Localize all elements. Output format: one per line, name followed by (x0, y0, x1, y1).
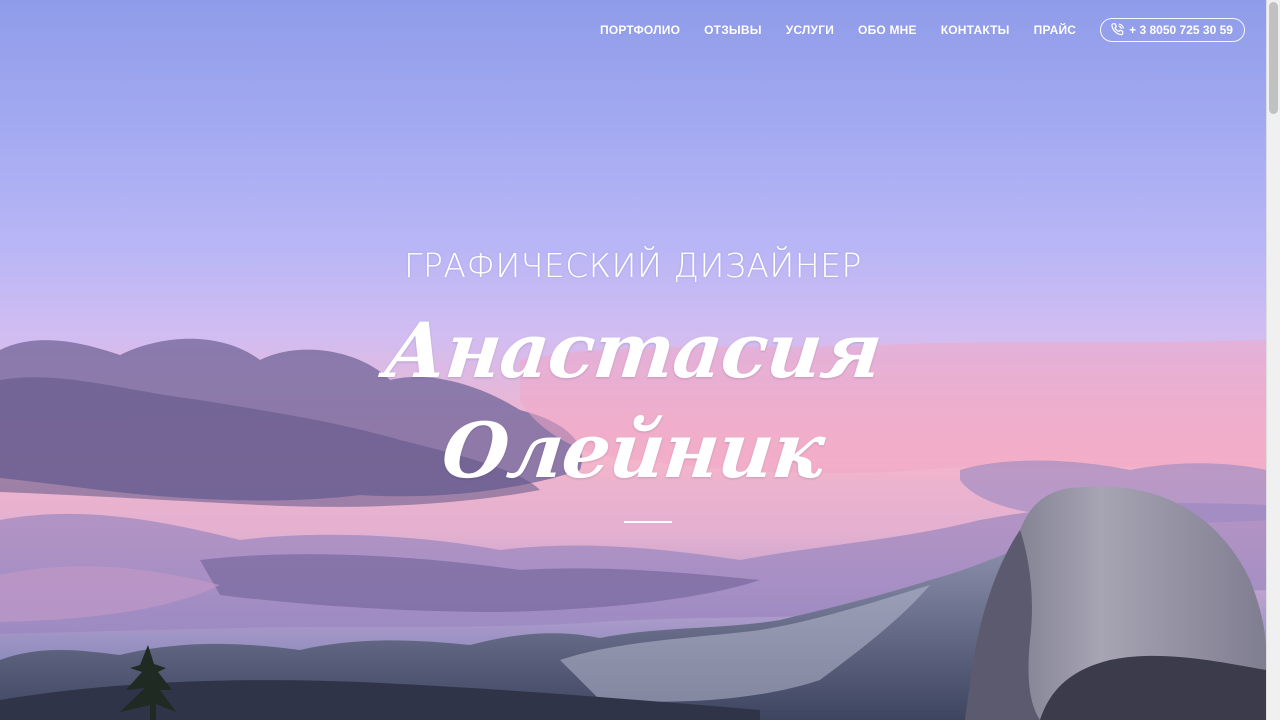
nav-item-services[interactable]: УСЛУГИ (786, 19, 834, 41)
main-nav: ПОРТФОЛИО ОТЗЫВЫ УСЛУГИ ОБО МНЕ КОНТАКТЫ… (600, 18, 1245, 42)
nav-item-price[interactable]: ПРАЙС (1034, 19, 1077, 41)
phone-icon (1110, 22, 1126, 38)
nav-item-about[interactable]: ОБО МНЕ (858, 19, 917, 41)
hero-section: ГРАФИЧЕСКИЙ ДИЗАЙНЕР Анастасия Олейник (0, 0, 1266, 720)
nav-item-portfolio[interactable]: ПОРТФОЛИО (600, 19, 680, 41)
phone-button[interactable]: + 3 8050 725 30 59 (1100, 18, 1245, 42)
hero-divider (624, 521, 672, 523)
hero-name-first: Анастасия (380, 306, 886, 395)
scrollbar-thumb[interactable] (1269, 2, 1278, 114)
hero-name-last: Олейник (438, 406, 828, 495)
hero-subtitle: ГРАФИЧЕСКИЙ ДИЗАЙНЕР (404, 246, 862, 285)
page-scrollbar[interactable] (1266, 0, 1280, 720)
nav-item-reviews[interactable]: ОТЗЫВЫ (704, 19, 762, 41)
nav-item-contacts[interactable]: КОНТАКТЫ (941, 19, 1010, 41)
phone-number: + 3 8050 725 30 59 (1129, 23, 1233, 37)
landing-page: ПОРТФОЛИО ОТЗЫВЫ УСЛУГИ ОБО МНЕ КОНТАКТЫ… (0, 0, 1280, 720)
